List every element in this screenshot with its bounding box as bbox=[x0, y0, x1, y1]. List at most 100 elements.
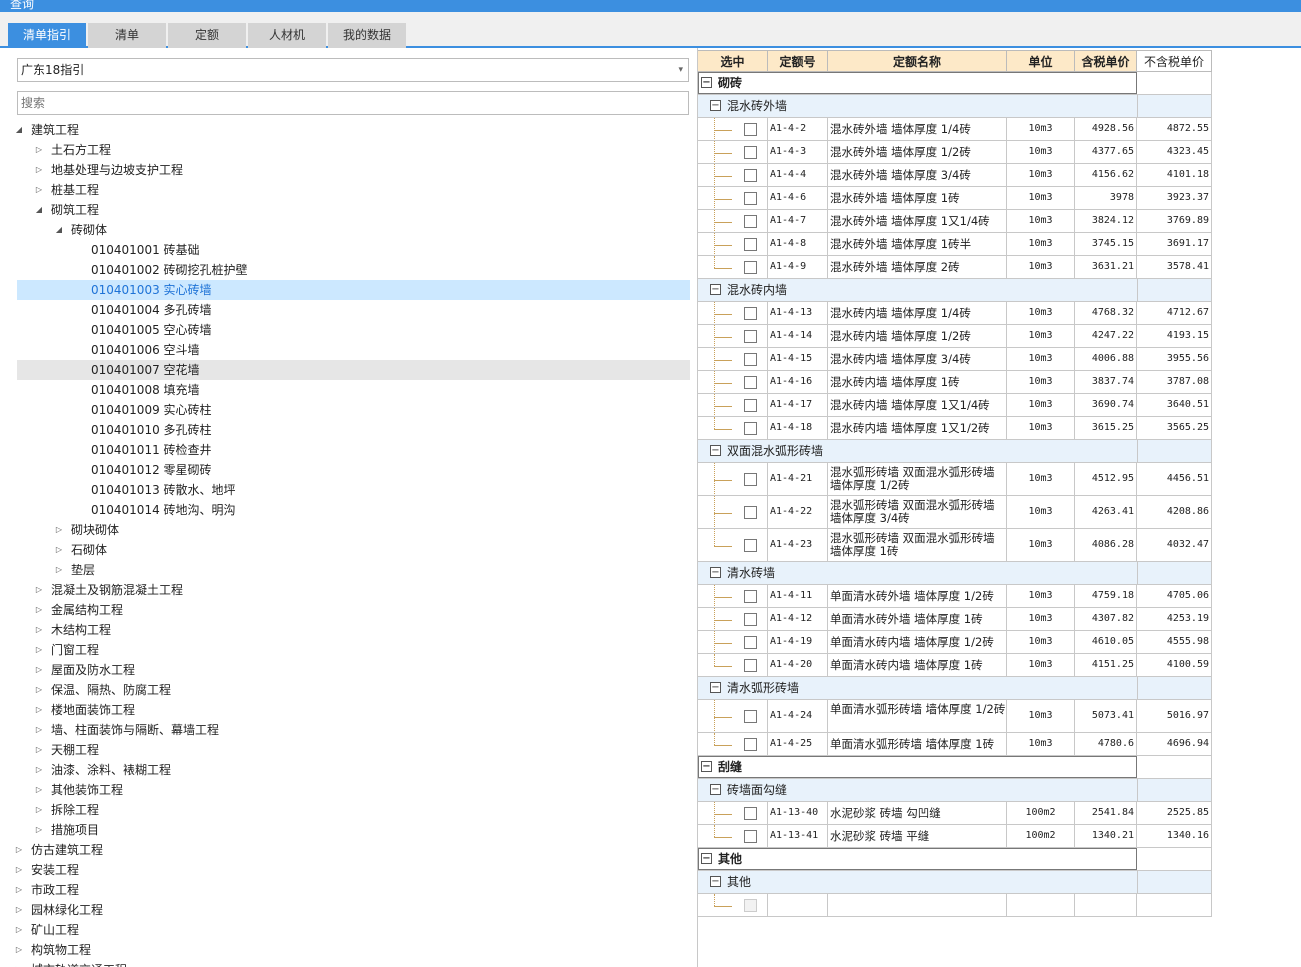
tree-node[interactable]: ▷ 木结构工程 bbox=[17, 620, 690, 640]
name-cell[interactable]: 混水砖内墙 墙体厚度 1砖 bbox=[828, 371, 1007, 394]
code-cell[interactable]: A1-4-4 bbox=[768, 164, 828, 187]
code-cell[interactable]: A1-4-24 bbox=[768, 700, 828, 733]
code-cell[interactable]: A1-4-11 bbox=[768, 585, 828, 608]
price-notax-cell[interactable]: 3640.51 bbox=[1137, 394, 1212, 417]
code-cell[interactable]: A1-4-19 bbox=[768, 631, 828, 654]
collapse-right-icon[interactable]: ▷ bbox=[33, 720, 45, 740]
row-checkbox[interactable] bbox=[744, 807, 757, 820]
code-cell[interactable]: A1-13-40 bbox=[768, 802, 828, 825]
price-tax-cell[interactable]: 4610.05 bbox=[1075, 631, 1137, 654]
name-cell[interactable]: 混水弧形砖墙 双面混水弧形砖墙 墙体厚度 3/4砖 bbox=[828, 496, 1007, 529]
price-tax-cell[interactable]: 4928.56 bbox=[1075, 118, 1137, 141]
code-cell[interactable]: A1-4-17 bbox=[768, 394, 828, 417]
collapse-right-icon[interactable]: ▷ bbox=[53, 540, 65, 560]
code-cell[interactable]: A1-4-7 bbox=[768, 210, 828, 233]
row-checkbox[interactable] bbox=[744, 539, 757, 552]
price-tax-cell[interactable]: 4151.25 bbox=[1075, 654, 1137, 677]
expand-down-icon[interactable]: ◢ bbox=[33, 200, 45, 220]
price-notax-cell[interactable]: 4872.55 bbox=[1137, 118, 1212, 141]
code-cell[interactable]: A1-4-21 bbox=[768, 463, 828, 496]
collapse-minus-icon[interactable]: − bbox=[701, 853, 712, 864]
name-cell[interactable]: 混水砖外墙 墙体厚度 1又1/4砖 bbox=[828, 210, 1007, 233]
tree-node[interactable]: ▷ 园林绿化工程 bbox=[16, 900, 690, 920]
code-cell[interactable]: A1-4-20 bbox=[768, 654, 828, 677]
collapse-right-icon[interactable]: ▷ bbox=[33, 580, 45, 600]
tree-node[interactable]: 010401010 多孔砖柱 bbox=[17, 420, 690, 440]
unit-cell[interactable]: 10m3 bbox=[1007, 210, 1075, 233]
tree-node[interactable]: ▷ 措施项目 bbox=[17, 820, 690, 840]
unit-cell[interactable]: 100m2 bbox=[1007, 802, 1075, 825]
collapse-right-icon[interactable]: ▷ bbox=[33, 160, 45, 180]
tree-node[interactable]: ▷ 石砌体 bbox=[17, 540, 690, 560]
price-tax-cell[interactable]: 3824.12 bbox=[1075, 210, 1137, 233]
tree-node[interactable]: 010401005 空心砖墙 bbox=[17, 320, 690, 340]
name-cell[interactable]: 混水砖外墙 墙体厚度 1砖 bbox=[828, 187, 1007, 210]
row-checkbox[interactable] bbox=[744, 353, 757, 366]
code-cell[interactable]: A1-4-6 bbox=[768, 187, 828, 210]
name-cell[interactable]: 混水砖外墙 墙体厚度 2砖 bbox=[828, 256, 1007, 279]
price-notax-cell[interactable]: 3923.37 bbox=[1137, 187, 1212, 210]
price-tax-cell[interactable]: 4780.6 bbox=[1075, 733, 1137, 756]
tree-node[interactable]: ▷ 地基处理与边坡支护工程 bbox=[17, 160, 690, 180]
collapse-right-icon[interactable]: ▷ bbox=[13, 960, 25, 967]
row-checkbox[interactable] bbox=[744, 590, 757, 603]
name-cell[interactable]: 单面清水弧形砖墙 墙体厚度 1砖 bbox=[828, 733, 1007, 756]
price-tax-cell[interactable]: 3615.25 bbox=[1075, 417, 1137, 440]
unit-cell[interactable]: 10m3 bbox=[1007, 654, 1075, 677]
price-notax-cell[interactable]: 4323.45 bbox=[1137, 141, 1212, 164]
tree-node[interactable]: 010401011 砖检查井 bbox=[17, 440, 690, 460]
price-notax-cell[interactable]: 4456.51 bbox=[1137, 463, 1212, 496]
collapse-right-icon[interactable]: ▷ bbox=[33, 660, 45, 680]
name-cell[interactable]: 水泥砂浆 砖墙 勾凹缝 bbox=[828, 802, 1007, 825]
price-tax-cell[interactable]: 4307.82 bbox=[1075, 608, 1137, 631]
price-notax-cell[interactable]: 3955.56 bbox=[1137, 348, 1212, 371]
tree-node[interactable]: 010401014 砖地沟、明沟 bbox=[17, 500, 690, 520]
name-cell[interactable]: 混水砖内墙 墙体厚度 1又1/2砖 bbox=[828, 417, 1007, 440]
price-notax-cell[interactable]: 4032.47 bbox=[1137, 529, 1212, 562]
collapse-minus-icon[interactable]: − bbox=[710, 284, 721, 295]
price-notax-cell[interactable] bbox=[1137, 894, 1212, 917]
search-input[interactable] bbox=[17, 91, 689, 115]
collapse-right-icon[interactable]: ▷ bbox=[33, 680, 45, 700]
collapse-right-icon[interactable]: ▷ bbox=[33, 800, 45, 820]
code-cell[interactable]: A1-4-9 bbox=[768, 256, 828, 279]
name-cell[interactable]: 混水砖内墙 墙体厚度 1/2砖 bbox=[828, 325, 1007, 348]
price-notax-cell[interactable]: 4555.98 bbox=[1137, 631, 1212, 654]
collapse-right-icon[interactable]: ▷ bbox=[53, 520, 65, 540]
unit-cell[interactable]: 10m3 bbox=[1007, 348, 1075, 371]
price-notax-cell[interactable]: 4193.15 bbox=[1137, 325, 1212, 348]
collapse-right-icon[interactable]: ▷ bbox=[33, 620, 45, 640]
name-cell[interactable]: 混水砖内墙 墙体厚度 3/4砖 bbox=[828, 348, 1007, 371]
row-checkbox[interactable] bbox=[744, 473, 757, 486]
tab-guide[interactable]: 清单指引 bbox=[8, 23, 86, 48]
grid-subgroup-row[interactable]: − 其他 bbox=[698, 871, 1212, 894]
collapse-minus-icon[interactable]: − bbox=[710, 445, 721, 456]
price-tax-cell[interactable]: 4263.41 bbox=[1075, 496, 1137, 529]
name-cell[interactable]: 单面清水砖内墙 墙体厚度 1砖 bbox=[828, 654, 1007, 677]
price-tax-cell[interactable]: 2541.84 bbox=[1075, 802, 1137, 825]
row-checkbox[interactable] bbox=[744, 123, 757, 136]
price-notax-cell[interactable]: 4705.06 bbox=[1137, 585, 1212, 608]
collapse-right-icon[interactable]: ▷ bbox=[33, 760, 45, 780]
price-tax-cell[interactable]: 4086.28 bbox=[1075, 529, 1137, 562]
row-checkbox[interactable] bbox=[744, 506, 757, 519]
tree-node[interactable]: ▷ 土石方工程 bbox=[17, 140, 690, 160]
unit-cell[interactable]: 10m3 bbox=[1007, 302, 1075, 325]
grid-subgroup-row[interactable]: − 清水弧形砖墙 bbox=[698, 677, 1212, 700]
price-tax-cell[interactable]: 4377.65 bbox=[1075, 141, 1137, 164]
grid-subgroup-row[interactable]: − 砖墙面勾缝 bbox=[698, 779, 1212, 802]
tree-node[interactable]: 010401012 零星砌砖 bbox=[17, 460, 690, 480]
name-cell[interactable]: 混水弧形砖墙 双面混水弧形砖墙 墙体厚度 1/2砖 bbox=[828, 463, 1007, 496]
unit-cell[interactable]: 10m3 bbox=[1007, 529, 1075, 562]
code-cell[interactable]: A1-4-13 bbox=[768, 302, 828, 325]
row-checkbox[interactable] bbox=[744, 330, 757, 343]
tree-node[interactable]: ▷ 拆除工程 bbox=[17, 800, 690, 820]
row-checkbox[interactable] bbox=[744, 830, 757, 843]
unit-cell[interactable]: 10m3 bbox=[1007, 325, 1075, 348]
tree-node[interactable]: 010401006 空斗墙 bbox=[17, 340, 690, 360]
guide-select[interactable]: 广东18指引 ▾ bbox=[17, 58, 689, 82]
tree-node[interactable]: ▷ 矿山工程 bbox=[16, 920, 690, 940]
code-cell[interactable]: A1-4-16 bbox=[768, 371, 828, 394]
tree-node[interactable]: ▷ 构筑物工程 bbox=[16, 940, 690, 960]
tab-labor-material-machine[interactable]: 人材机 bbox=[248, 23, 326, 48]
